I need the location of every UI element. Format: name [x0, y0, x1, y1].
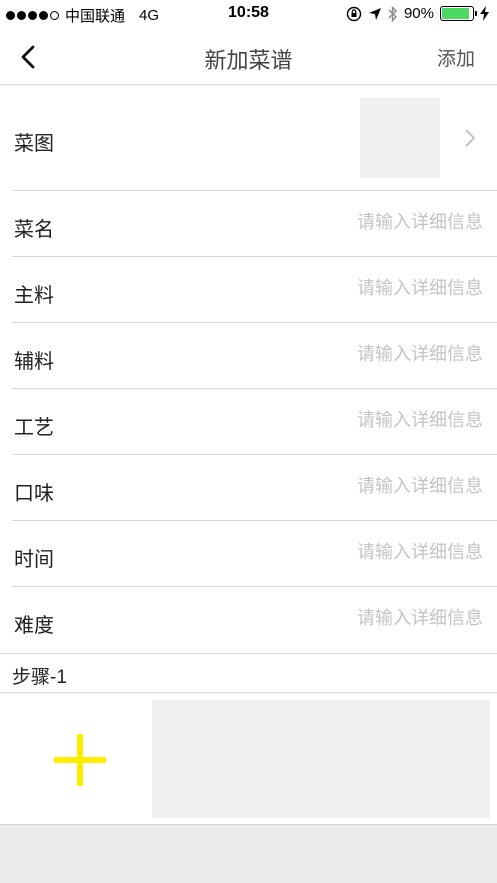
charging-bolt-icon: [480, 6, 489, 21]
page-title: 新加菜谱: [204, 48, 293, 73]
dish-photo-placeholder[interactable]: [360, 98, 440, 178]
field-label-difficulty: 难度: [14, 615, 54, 637]
battery-percent: 90%: [403, 5, 434, 22]
chevron-right-icon: [465, 129, 476, 147]
bluetooth-icon: [388, 5, 397, 22]
field-row-time: 时间: [0, 521, 497, 587]
field-label-main-ingredient: 主料: [14, 285, 54, 307]
field-label-time: 时间: [14, 549, 54, 571]
location-arrow-icon: [368, 7, 381, 20]
step-label: 步骤-1: [12, 667, 67, 688]
field-input-time[interactable]: [263, 542, 483, 563]
field-label-name: 菜名: [14, 219, 54, 241]
field-input-flavor[interactable]: [263, 476, 483, 497]
field-label-flavor: 口味: [14, 483, 54, 505]
field-row-name: 菜名: [0, 191, 497, 257]
battery-level: [442, 8, 469, 19]
status-right: 90%: [346, 5, 489, 22]
field-label-technique: 工艺: [14, 417, 54, 439]
divider: [0, 653, 497, 654]
divider: [0, 692, 497, 693]
field-input-side-ingredient[interactable]: [263, 344, 483, 365]
battery-icon: [440, 6, 477, 21]
step-image-placeholder[interactable]: [152, 700, 490, 818]
bottom-bar: [0, 824, 497, 883]
field-label-side-ingredient: 辅料: [14, 351, 54, 373]
field-input-name[interactable]: [263, 212, 483, 233]
field-input-main-ingredient[interactable]: [263, 278, 483, 299]
field-row-flavor: 口味: [0, 455, 497, 521]
rotation-lock-icon: [346, 6, 362, 21]
nav-bar: 新加菜谱 添加: [0, 30, 497, 85]
field-row-difficulty: 难度: [0, 587, 497, 653]
dish-photo-label: 菜图: [14, 133, 54, 155]
field-input-technique[interactable]: [263, 410, 483, 431]
field-row-side-ingredient: 辅料: [0, 323, 497, 389]
add-button[interactable]: 添加: [437, 44, 475, 71]
field-row-technique: 工艺: [0, 389, 497, 455]
field-input-difficulty[interactable]: [263, 608, 483, 629]
field-row-main-ingredient: 主料: [0, 257, 497, 323]
add-step-photo-button[interactable]: [54, 734, 106, 786]
status-bar: 中国联通 4G 10:58 90%: [0, 0, 497, 30]
